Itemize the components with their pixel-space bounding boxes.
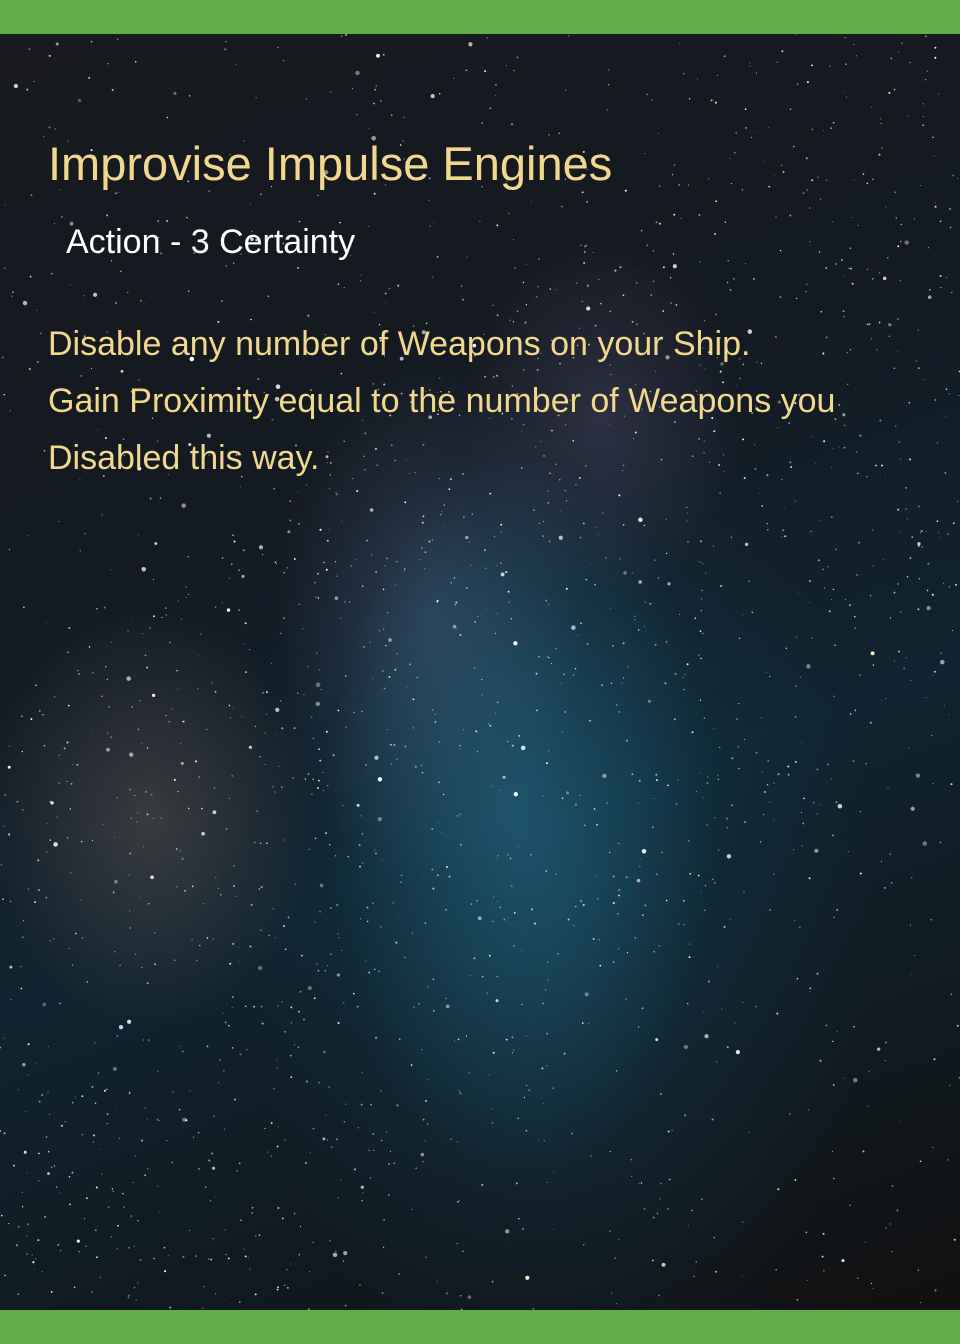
bottom-color-band xyxy=(0,1310,960,1344)
card: Improvise Impulse Engines Action - 3 Cer… xyxy=(0,0,960,1344)
card-rules-text: Disable any number of Weapons on your Sh… xyxy=(48,316,928,487)
card-content: Improvise Impulse Engines Action - 3 Cer… xyxy=(0,0,960,1344)
rules-line-1: Disable any number of Weapons on your Sh… xyxy=(48,325,751,363)
card-type-line: Action - 3 Certainty xyxy=(66,223,356,261)
top-color-band xyxy=(0,0,960,34)
rules-line-2: Gain Proximity equal to the number of We… xyxy=(48,382,836,477)
card-title: Improvise Impulse Engines xyxy=(48,137,613,190)
